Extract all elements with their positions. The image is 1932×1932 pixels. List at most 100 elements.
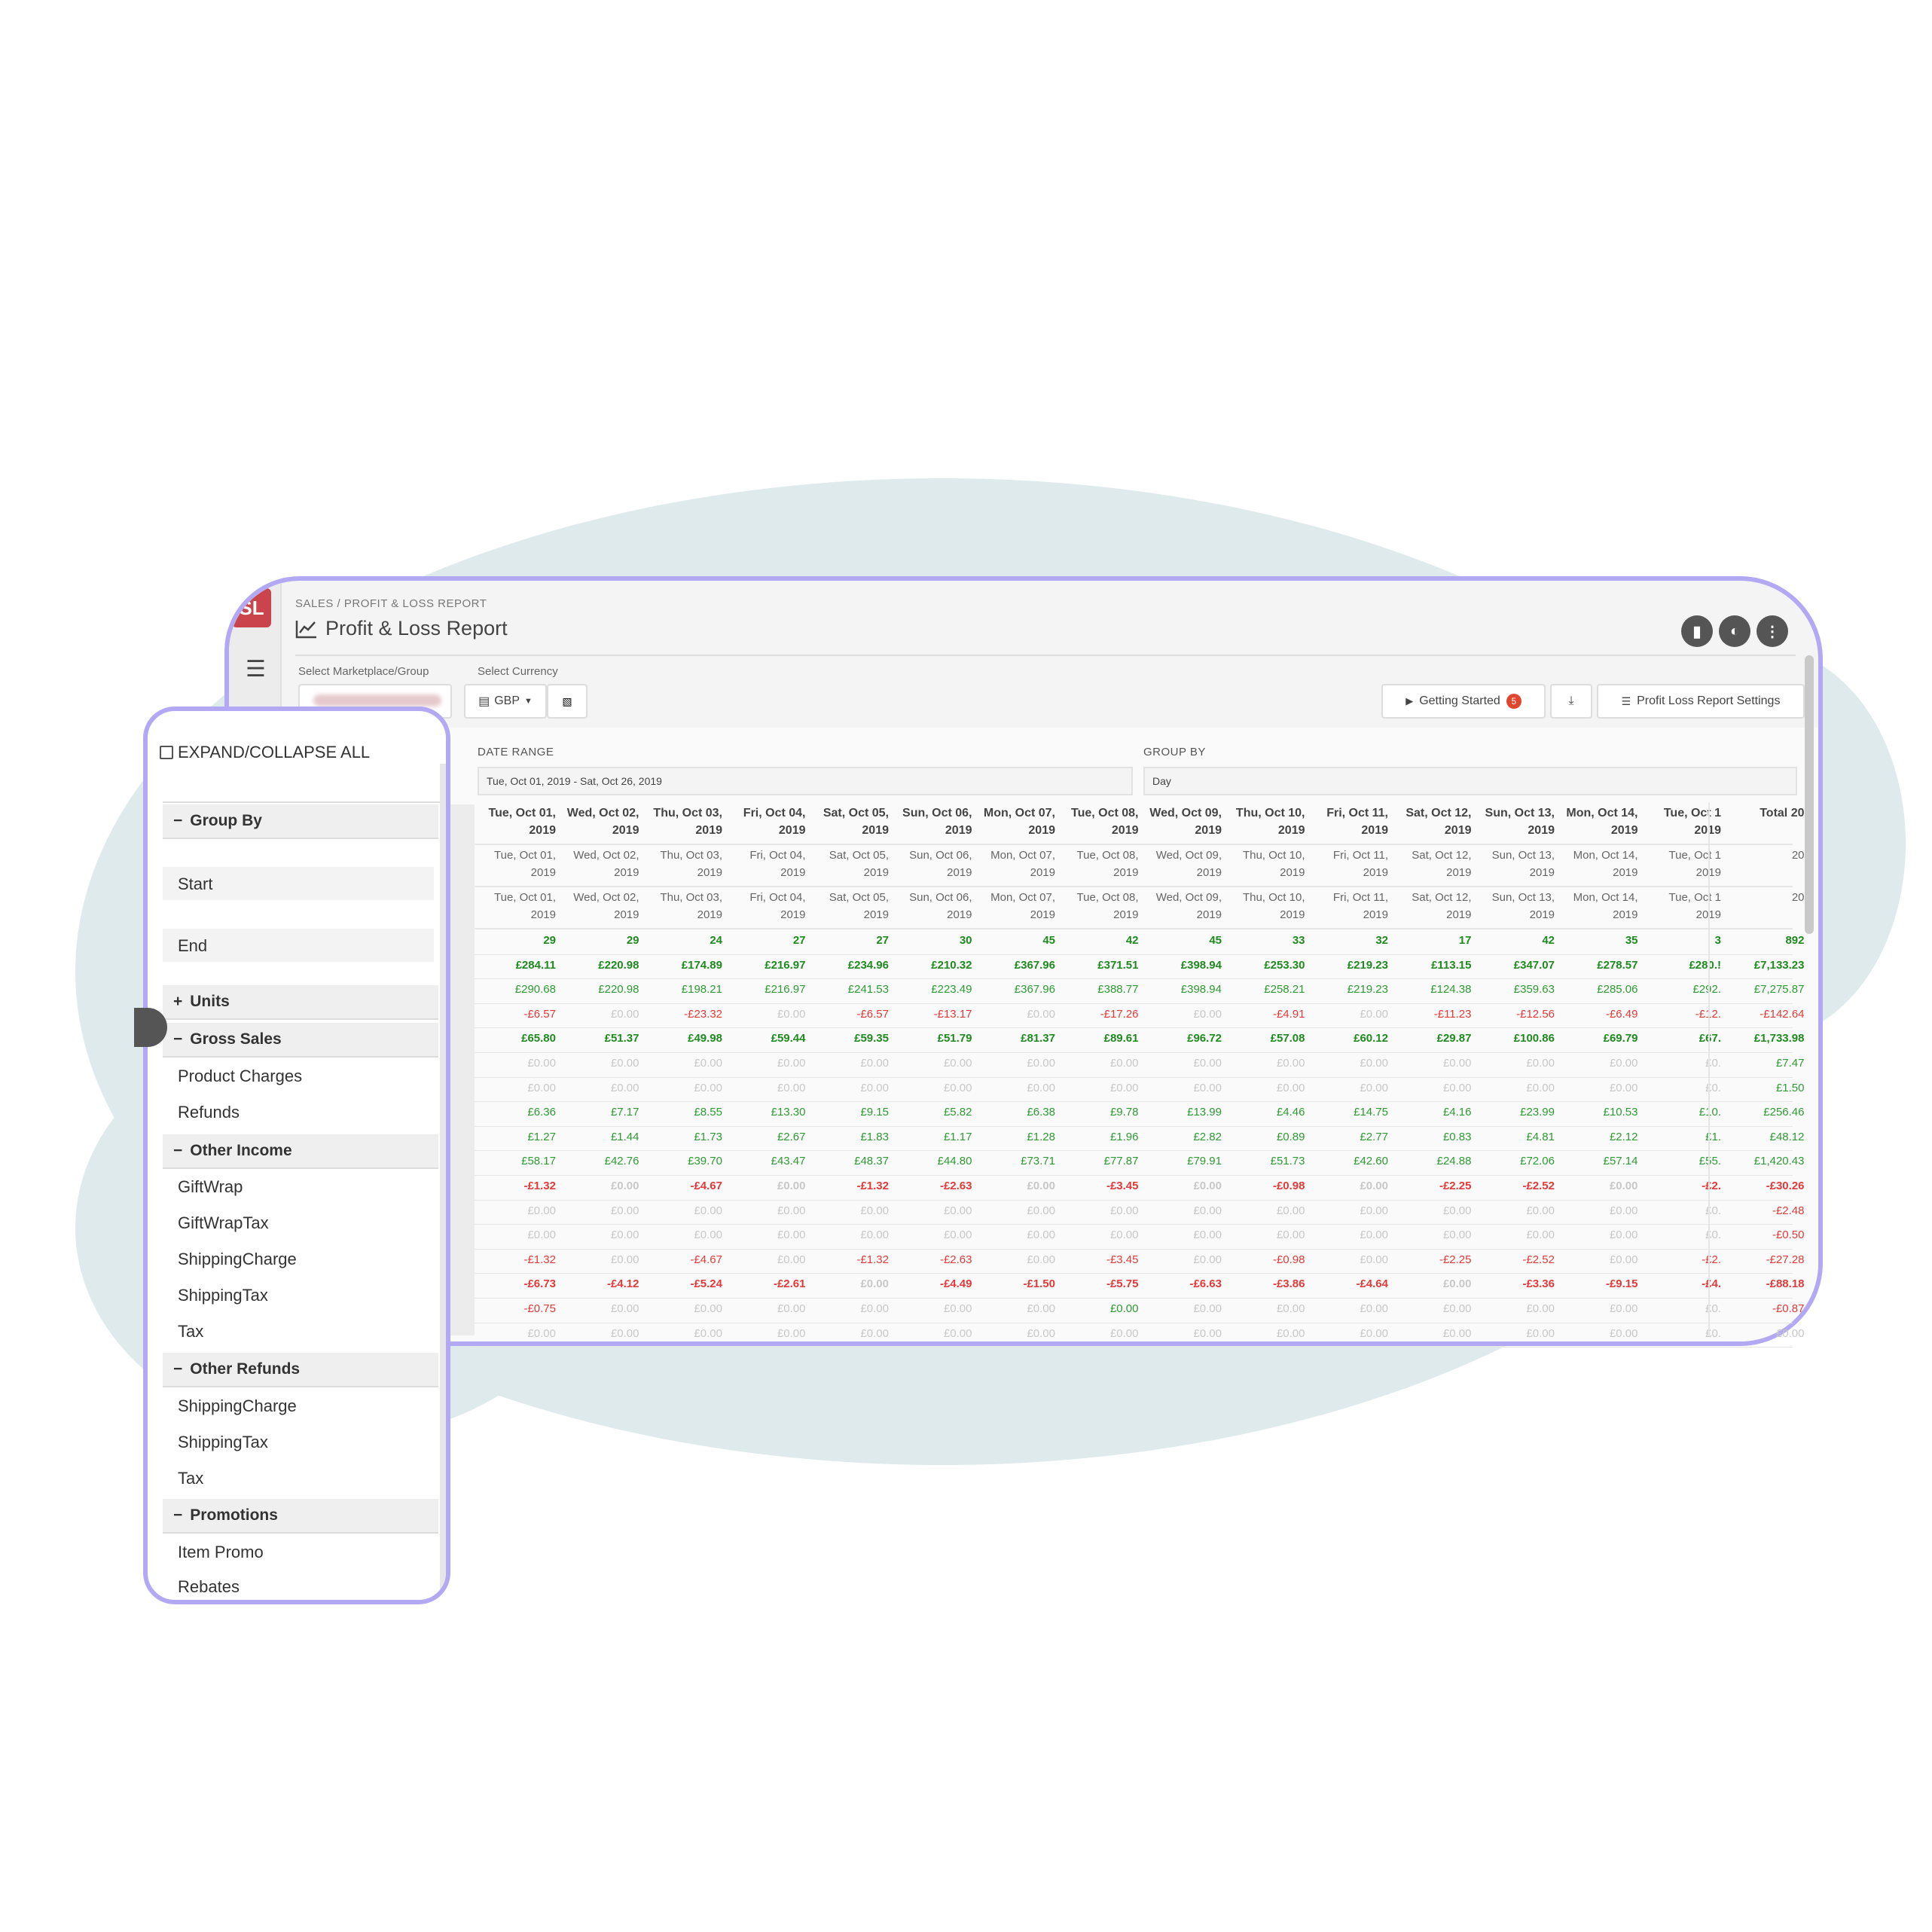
breadcrumb[interactable]: SALES / PROFIT & LOSS REPORT xyxy=(295,597,487,610)
checkbox-icon[interactable] xyxy=(160,746,173,759)
other-refunds-section-label: Other Refunds xyxy=(190,1360,301,1378)
table-cell: £0.00 xyxy=(1193,1007,1222,1021)
promotions-section[interactable]: − Promotions xyxy=(163,1499,438,1534)
table-cell: £0.00 xyxy=(777,1253,806,1266)
menu-icon[interactable]: ☰ xyxy=(246,656,266,682)
scrollbar[interactable] xyxy=(440,764,446,1592)
column-header[interactable]: Fri, Oct 04, 2019 xyxy=(729,804,806,839)
column-header[interactable]: Sat, Oct 05, 2019 xyxy=(812,804,889,839)
group-by-section[interactable]: − Group By xyxy=(163,804,438,839)
table-cell: -£1.32 xyxy=(856,1180,889,1192)
table-cell: -£2.52 xyxy=(1522,1253,1555,1266)
table-cell: £1.27 xyxy=(527,1130,556,1143)
report-settings-button[interactable]: ☰ Profit Loss Report Settings xyxy=(1597,684,1805,719)
other-income-section[interactable]: − Other Income xyxy=(163,1134,438,1169)
column-header[interactable]: Tue, Oct 08, 2019 xyxy=(1062,804,1139,839)
table-cell: £0.00 xyxy=(1109,1057,1139,1070)
group-by-label: GROUP BY xyxy=(1143,746,1206,758)
table-cell: £60.12 xyxy=(1354,1032,1388,1045)
table-cell: £0.00 xyxy=(1609,1081,1638,1094)
table-cell: £0.00 xyxy=(1526,1204,1555,1217)
table-cell: -£6.49 xyxy=(1605,1007,1638,1021)
table-cell: £219.23 xyxy=(1347,958,1388,972)
report-settings-label: Profit Loss Report Settings xyxy=(1637,694,1781,707)
column-header[interactable]: Mon, Oct 14, 2019 xyxy=(1561,804,1637,839)
table-cell: £0.00 xyxy=(1360,1253,1388,1266)
end-date-cell: 20 xyxy=(1791,891,1805,904)
table-cell: £48.37 xyxy=(854,1155,889,1168)
calculator-button[interactable]: ▧ xyxy=(547,684,588,719)
table-cell: 27 xyxy=(876,934,889,947)
table-cell: £0.00 xyxy=(1442,1204,1472,1217)
table-cell: £0.00 xyxy=(694,1081,722,1094)
column-header[interactable]: Sat, Oct 12, 2019 xyxy=(1395,804,1471,839)
column-header[interactable]: Sun, Oct 13, 2019 xyxy=(1478,804,1555,839)
table-cell: £42.76 xyxy=(604,1155,639,1168)
column-header[interactable]: Thu, Oct 03, 2019 xyxy=(646,804,722,839)
page-title-text: Profit & Loss Report xyxy=(325,617,508,639)
units-section[interactable]: + Units xyxy=(163,985,438,1020)
row-refund-shipping-tax: ShippingTax xyxy=(178,1433,268,1451)
column-header[interactable]: Fri, Oct 11, 2019 xyxy=(1311,804,1388,839)
table-cell: £0.00 xyxy=(777,1204,806,1217)
table-cell: -£142.64 xyxy=(1760,1007,1805,1021)
end-date-cell: Wed, Oct 09, 2019 xyxy=(1155,891,1222,921)
table-cell: £0.00 xyxy=(1193,1180,1222,1192)
table-cell: £0.00 xyxy=(1276,1302,1305,1315)
currency-select[interactable]: ▤ GBP ▼ xyxy=(464,684,547,719)
divider xyxy=(163,801,443,803)
table-cell: £359.63 xyxy=(1513,983,1555,997)
other-refunds-section[interactable]: − Other Refunds xyxy=(163,1353,438,1387)
expand-collapse-all[interactable]: EXPAND/COLLAPSE ALL xyxy=(160,743,370,762)
table-cell: 24 xyxy=(710,934,722,947)
column-header[interactable]: Total 20 xyxy=(1728,804,1804,822)
table-cell: -£3.45 xyxy=(1106,1253,1139,1266)
bookmark-icon[interactable]: ▮ xyxy=(1681,615,1713,647)
table-scrollbar[interactable] xyxy=(1805,655,1814,934)
more-icon[interactable]: ⋮ xyxy=(1757,615,1788,647)
column-header[interactable]: Sun, Oct 06, 2019 xyxy=(896,804,972,839)
table-cell: £0.00 xyxy=(1775,1326,1805,1340)
table-cell: £0.00 xyxy=(1193,1057,1222,1070)
contrast-icon[interactable]: ◐ xyxy=(1719,615,1750,647)
table-cell: £48.12 xyxy=(1769,1130,1805,1143)
date-range-input[interactable]: Tue, Oct 01, 2019 - Sat, Oct 26, 2019 xyxy=(478,767,1133,795)
row-divider xyxy=(475,1298,1793,1299)
table-cell: -£4.91 xyxy=(1272,1007,1305,1021)
table-cell: £72.06 xyxy=(1520,1155,1555,1168)
download-button[interactable]: ⤓ xyxy=(1550,684,1592,719)
download-icon: ⤓ xyxy=(1568,694,1574,707)
table-cell: £4.81 xyxy=(1526,1130,1555,1143)
table-cell: -£0.50 xyxy=(1772,1228,1805,1242)
table-cell: £0.00 xyxy=(1109,1228,1139,1242)
table-cell: £9.15 xyxy=(860,1106,889,1119)
table-cell: £0.00 xyxy=(1609,1302,1638,1315)
table-cell: -£1.32 xyxy=(523,1180,556,1192)
table-cell: £2.67 xyxy=(777,1130,806,1143)
start-date-cell: 20 xyxy=(1791,849,1805,862)
gross-sales-section[interactable]: − Gross Sales xyxy=(163,1023,438,1058)
column-header[interactable]: Wed, Oct 09, 2019 xyxy=(1145,804,1222,839)
header-actions: ▮ ◐ ⋮ xyxy=(1681,615,1788,647)
table-cell: £2.77 xyxy=(1360,1130,1388,1143)
column-header[interactable]: Mon, Oct 07, 2019 xyxy=(978,804,1055,839)
app-logo[interactable]: SL xyxy=(232,588,271,627)
column-header[interactable]: Tue, Oct 01, 2019 xyxy=(479,804,556,839)
column-header[interactable]: Wed, Oct 02, 2019 xyxy=(563,804,639,839)
table-cell: £0.00 xyxy=(860,1277,889,1291)
column-header[interactable]: Thu, Oct 10, 2019 xyxy=(1228,804,1305,839)
getting-started-button[interactable]: ▶ Getting Started 5 xyxy=(1381,684,1546,719)
table-cell: £0.00 xyxy=(860,1302,889,1315)
table-cell: £0.00 xyxy=(694,1057,722,1070)
table-cell: £0.00 xyxy=(1193,1302,1222,1315)
table-cell: £39.70 xyxy=(688,1155,722,1168)
end-date-cell: Mon, Oct 14, 2019 xyxy=(1573,891,1638,921)
table-cell: -£23.32 xyxy=(684,1007,722,1021)
row-refund-shipping-charge: ShippingCharge xyxy=(178,1396,297,1415)
table-cell: £13.30 xyxy=(771,1106,806,1119)
row-rebates: Rebates xyxy=(178,1577,240,1596)
row-divider xyxy=(475,1175,1793,1176)
group-by-select[interactable]: Day xyxy=(1143,767,1797,795)
table-cell: -£13.17 xyxy=(933,1007,972,1021)
table-cell: -£1.32 xyxy=(856,1253,889,1266)
